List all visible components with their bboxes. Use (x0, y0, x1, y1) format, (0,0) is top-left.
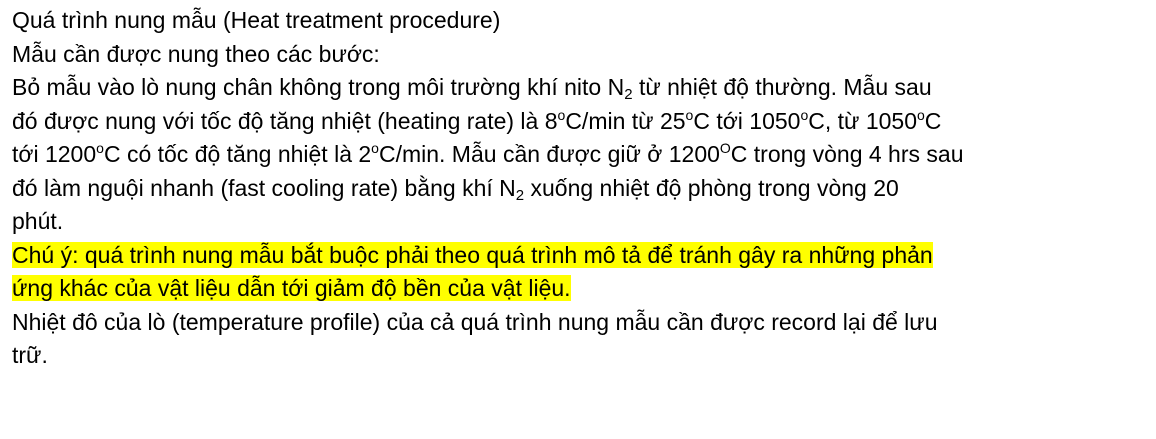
procedure-line-4: đó làm nguội nhanh (fast cooling rate) b… (12, 172, 1156, 206)
procedure-text: tới 1200 (12, 141, 97, 167)
procedure-line-1: Bỏ mẫu vào lò nung chân không trong môi … (12, 71, 1156, 105)
procedure-text: C có tốc độ tăng nhiệt là 2 (103, 141, 372, 167)
degree-superscript: O (719, 140, 731, 156)
document-page: Quá trình nung mẫu (Heat treatment proce… (0, 0, 1156, 439)
note-line-1: Chú ý: quá trình nung mẫu bắt buộc phải … (12, 239, 1156, 273)
procedure-text: C, từ 1050 (808, 107, 917, 134)
procedure-line-2: đó được nung với tốc độ tăng nhiệt (heat… (12, 105, 1156, 139)
intro-text: Mẫu cần được nung theo các bước: (12, 40, 380, 67)
subscript: 2 (515, 186, 525, 204)
procedure-text: C/min. Mẫu cần được giữ ở 1200 (378, 141, 720, 167)
procedure-text: đó làm nguội nhanh (fast cooling rate) b… (12, 174, 516, 201)
procedure-line-3: tới 1200oC có tốc độ tăng nhiệt là 2oC/m… (12, 138, 1156, 172)
note-line-2: ứng khác của vật liệu dẫn tới giảm độ bề… (12, 272, 1156, 306)
procedure-text: Bỏ mẫu vào lò nung chân không trong môi … (12, 74, 625, 100)
procedure-text: đó được nung với tốc độ tăng nhiệt (heat… (12, 107, 558, 134)
procedure-text: C trong vòng 4 hrs sau (730, 141, 964, 167)
document-title: Quá trình nung mẫu (Heat treatment proce… (12, 7, 501, 33)
highlighted-text: Chú ý: quá trình nung mẫu bắt buộc phải … (12, 241, 933, 268)
procedure-text: C (924, 107, 942, 134)
procedure-text: C/min từ 25 (565, 107, 686, 134)
procedure-text: từ nhiệt độ thường. Mẫu sau (632, 74, 932, 100)
degree-superscript: o (96, 140, 104, 156)
highlighted-text: ứng khác của vật liệu dẫn tới giảm độ bề… (12, 275, 571, 301)
procedure-paragraph: Bỏ mẫu vào lò nung chân không trong môi … (12, 71, 1156, 239)
subscript: 2 (624, 86, 633, 103)
record-paragraph: Nhiệt đô của lò (temperature profile) củ… (12, 306, 1156, 373)
procedure-line-5: phút. (12, 208, 64, 234)
note-paragraph: Chú ý: quá trình nung mẫu bắt buộc phải … (12, 239, 1156, 306)
degree-superscript: o (371, 140, 379, 156)
procedure-text: xuống nhiệt độ phòng trong vòng 20 (524, 174, 899, 201)
procedure-text: C tới 1050 (693, 107, 801, 134)
record-line-1: Nhiệt đô của lò (temperature profile) củ… (12, 308, 938, 335)
record-line-2: trữ. (12, 342, 48, 368)
degree-superscript: o (917, 106, 925, 123)
